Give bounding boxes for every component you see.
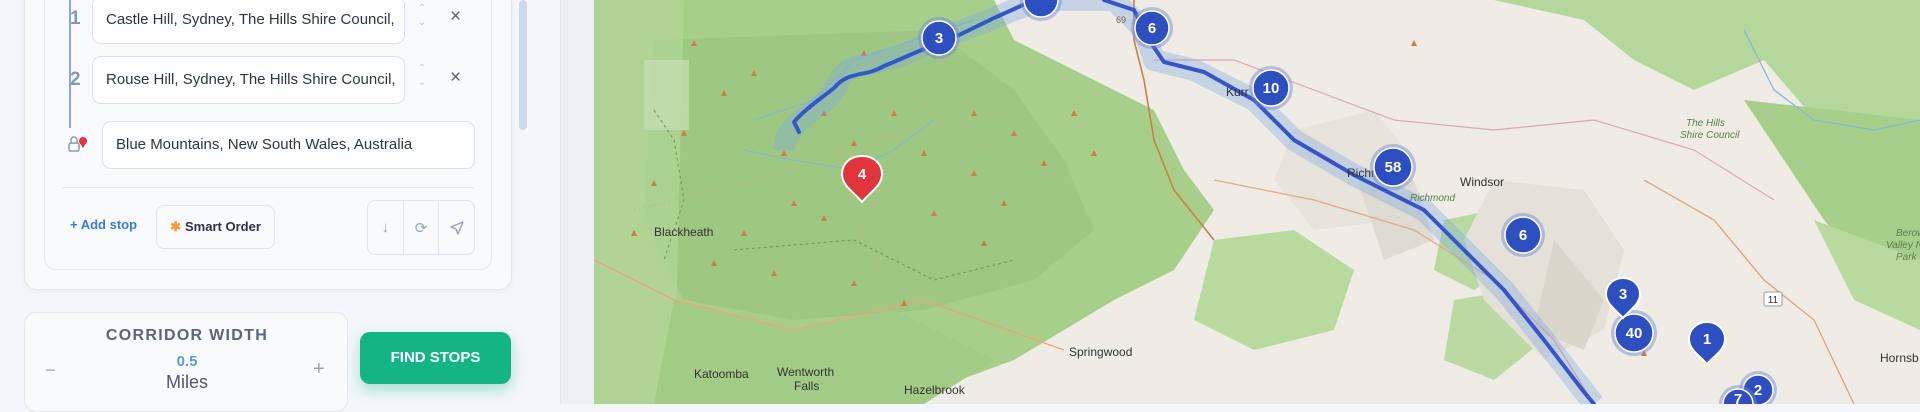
divider: [62, 187, 474, 188]
cluster-count: 6: [1148, 20, 1156, 37]
stop-2-reorder-arrows[interactable]: ⌃ ⌄: [416, 62, 428, 90]
panel-divider[interactable]: [560, 0, 594, 404]
find-stops-button[interactable]: FIND STOPS: [360, 332, 511, 384]
refresh-icon[interactable]: ⟳: [402, 201, 439, 254]
road-69-label: 69: [1116, 15, 1126, 25]
blue-marker-label: 3: [1619, 286, 1627, 303]
corridor-value: 0.5: [176, 353, 198, 370]
chevron-up-icon[interactable]: ⌃: [416, 62, 428, 76]
cluster-marker[interactable]: 6: [1131, 7, 1173, 49]
place-wentworth-falls: Falls: [794, 379, 819, 393]
cluster-count: 6: [1519, 227, 1527, 244]
navigate-icon[interactable]: [438, 201, 474, 254]
route-sidebar: 1 Castle Hill, Sydney, The Hills Shire C…: [0, 0, 560, 412]
stop-number-1: 1: [70, 8, 81, 29]
place-berowra-valley: Valley Na: [1886, 240, 1920, 251]
stop-1-reorder-arrows[interactable]: ⌃ ⌄: [416, 2, 428, 30]
chevron-up-icon[interactable]: ⌃: [416, 2, 428, 16]
add-stop-link[interactable]: + Add stop: [70, 217, 137, 232]
cluster-marker[interactable]: 3: [918, 17, 960, 59]
sparkle-icon: ✱: [170, 219, 182, 234]
cluster-count: 3: [935, 30, 943, 47]
place-katoomba: Katoomba: [694, 367, 749, 381]
cluster-count: 7: [1734, 391, 1742, 404]
corridor-width-control: CORRIDOR WIDTH 0.5 Miles − +: [24, 312, 348, 412]
stop-input-1[interactable]: Castle Hill, Sydney, The Hills Shire Cou…: [92, 0, 405, 44]
place-windsor: Windsor: [1460, 175, 1504, 189]
chevron-down-icon[interactable]: ⌄: [416, 16, 428, 30]
chevron-down-icon[interactable]: ⌄: [416, 76, 428, 90]
smart-order-button[interactable]: ✱ Smart Order: [156, 205, 275, 249]
cluster-marker[interactable]: 10: [1249, 66, 1293, 110]
place-hornsby: Hornsb: [1880, 351, 1919, 365]
decrease-width-button[interactable]: −: [45, 360, 56, 381]
cluster-marker[interactable]: 6: [1501, 213, 1545, 257]
cluster-count: 40: [1626, 325, 1643, 342]
stop-input-2[interactable]: Rouse Hill, Sydney, The Hills Shire Coun…: [92, 56, 405, 104]
place-springwood: Springwood: [1069, 345, 1132, 359]
increase-width-button[interactable]: +: [313, 358, 325, 381]
cluster-marker[interactable]: 58: [1370, 144, 1416, 190]
place-kurr: Kurr: [1226, 85, 1249, 99]
blue-marker-label: 1: [1703, 331, 1711, 348]
route-tools: ↓ ⟳: [367, 200, 475, 255]
sort-down-icon[interactable]: ↓: [368, 201, 403, 254]
destination-input[interactable]: Blue Mountains, New South Wales, Austral…: [102, 121, 475, 169]
road-11-label: 11: [1768, 295, 1779, 306]
sidebar-scrollbar[interactable]: [519, 0, 527, 130]
cluster-count: 10: [1263, 80, 1280, 97]
remove-stop-2-icon[interactable]: ×: [450, 67, 461, 89]
stop-number-2: 2: [70, 69, 81, 90]
destination-lock-pin-icon: [68, 136, 87, 152]
place-blackheath: Blackheath: [654, 225, 713, 239]
place-berowra-park: Park: [1896, 252, 1918, 263]
map-view[interactable]: Blackheath Katoomba Wentworth Falls Haze…: [594, 0, 1920, 404]
smart-order-label: Smart Order: [185, 219, 261, 234]
map-canvas[interactable]: Blackheath Katoomba Wentworth Falls Haze…: [594, 0, 1920, 404]
place-wentworth: Wentworth: [777, 365, 834, 379]
place-hills-shire-council: Shire Council: [1680, 130, 1740, 141]
place-hazelbrook: Hazelbrook: [904, 383, 966, 397]
place-berowra: Berow: [1896, 228, 1920, 239]
corridor-title: CORRIDOR WIDTH: [105, 327, 269, 344]
cluster-marker[interactable]: 40: [1611, 310, 1657, 356]
red-marker-label: 4: [858, 166, 867, 183]
cluster-count: 58: [1385, 159, 1402, 176]
remove-stop-1-icon[interactable]: ×: [450, 6, 461, 28]
place-hills-shire: The Hills: [1686, 118, 1725, 129]
corridor-unit: Miles: [165, 372, 208, 392]
place-richmond: Richmond: [1410, 193, 1455, 204]
